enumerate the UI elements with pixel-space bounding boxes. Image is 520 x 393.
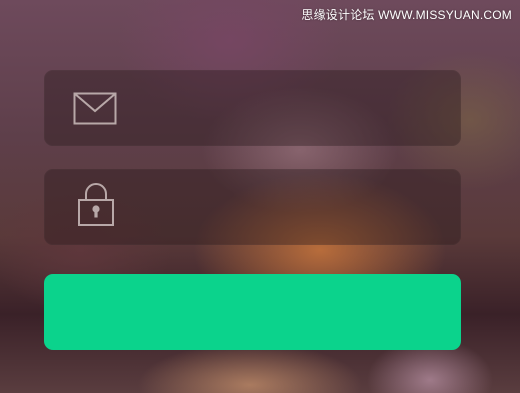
watermark-text: 思缘设计论坛 WWW.MISSYUAN.COM (301, 8, 512, 22)
email-field-container[interactable] (44, 70, 461, 148)
padlock-icon (78, 183, 114, 226)
password-input[interactable] (154, 169, 448, 247)
password-field-container[interactable] (44, 169, 461, 247)
envelope-icon (73, 92, 117, 125)
email-input[interactable] (154, 70, 448, 148)
login-button[interactable] (44, 274, 461, 350)
